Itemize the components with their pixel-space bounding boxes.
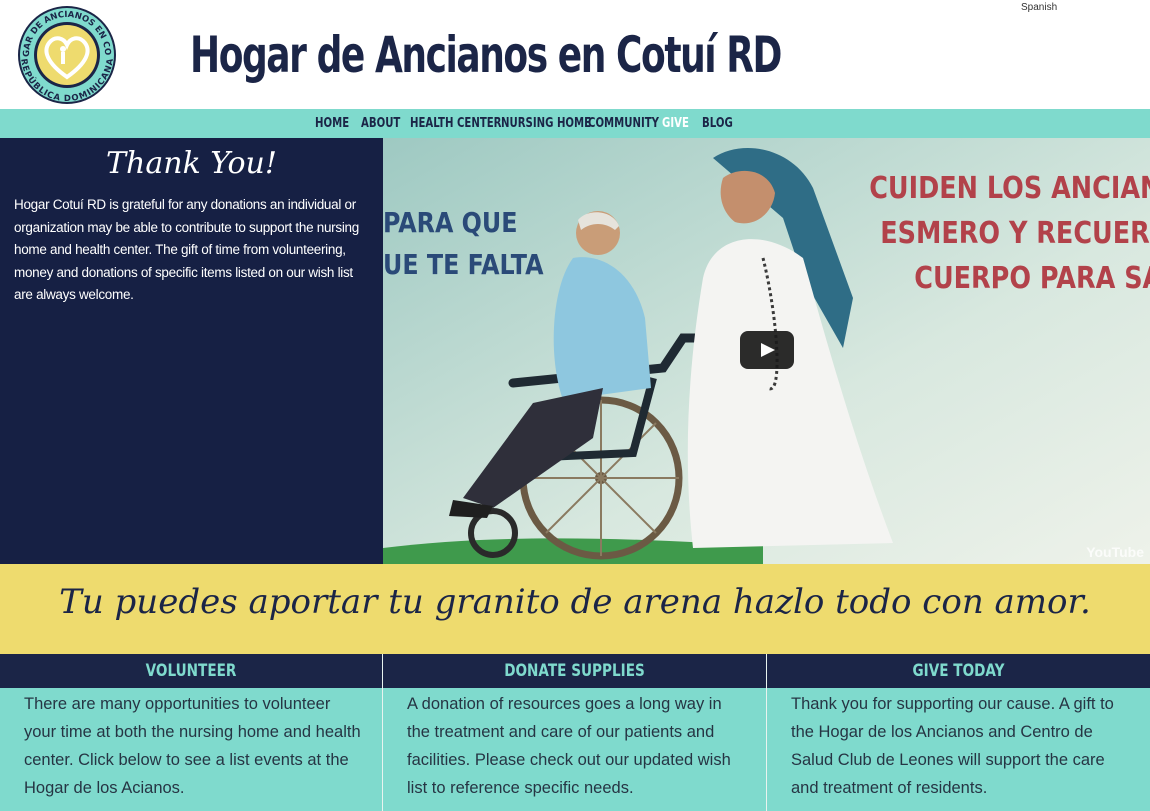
give-today-column: GIVE TODAY Thank you for supporting our … (767, 654, 1150, 811)
nav-about[interactable]: ABOUT (361, 109, 400, 138)
nav-home[interactable]: HOME (315, 109, 349, 138)
mural-text-right-2: ESMERO Y RECUERDEN (880, 215, 1150, 251)
nav-blog[interactable]: BLOG (702, 109, 733, 138)
thank-you-text: Hogar Cotuí RD is grateful for any donat… (14, 197, 359, 302)
mural-text-right-3: CUERPO PARA SALV (914, 260, 1150, 296)
site-logo[interactable]: HOGAR DE ANCIANOS EN COTUÍ REPÚBLICA DOM… (13, 0, 117, 105)
youtube-logo[interactable]: YouTube (1086, 544, 1144, 560)
donate-supplies-header: DONATE SUPPLIES (383, 654, 766, 688)
donate-supplies-text: A donation of resources goes a long way … (407, 695, 731, 797)
donate-supplies-title[interactable]: DONATE SUPPLIES (421, 654, 727, 688)
language-link[interactable]: Spanish (1021, 2, 1057, 13)
mural-text-left-2: UE TE FALTA (383, 249, 544, 281)
volunteer-column: VOLUNTEER There are many opportunities t… (0, 654, 382, 811)
mural-text-left-1: PARA QUE (383, 207, 517, 239)
nav-community[interactable]: COMMUNITY (588, 109, 659, 138)
give-today-text: Thank you for supporting our cause. A gi… (791, 695, 1114, 797)
volunteer-title[interactable]: VOLUNTEER (38, 654, 344, 688)
volunteer-header: VOLUNTEER (0, 654, 382, 688)
motto-banner: Tu puedes aportar tu granito de arena ha… (0, 564, 1150, 654)
site-header: HOGAR DE ANCIANOS EN COTUÍ REPÚBLICA DOM… (0, 0, 1150, 109)
give-today-title[interactable]: GIVE TODAY (805, 654, 1111, 688)
main-nav: HOME ABOUT HEALTH CENTER NURSING HOME CO… (0, 109, 1150, 138)
mural-text-right-1: CUIDEN LOS ANCIANOS (869, 170, 1150, 206)
motto-text: Tu puedes aportar tu granito de arena ha… (59, 582, 1091, 622)
play-button[interactable] (740, 331, 794, 369)
nav-nursing-home[interactable]: NURSING HOME (501, 109, 591, 138)
donate-supplies-column: DONATE SUPPLIES A donation of resources … (383, 654, 766, 811)
nav-give[interactable]: GIVE (662, 109, 689, 138)
thank-you-panel: Thank You! Hogar Cotuí RD is grateful fo… (0, 138, 383, 564)
volunteer-text: There are many opportunities to voluntee… (24, 695, 361, 797)
thank-you-heading: Thank You! (106, 146, 277, 181)
video-player[interactable]: PARA QUE UE TE FALTA CUIDEN LOS ANCIANOS… (383, 138, 1150, 564)
give-today-header: GIVE TODAY (767, 654, 1150, 688)
site-title[interactable]: Hogar de Ancianos en Cotuí RD (190, 20, 782, 90)
nav-health-center[interactable]: HEALTH CENTER (410, 109, 501, 138)
